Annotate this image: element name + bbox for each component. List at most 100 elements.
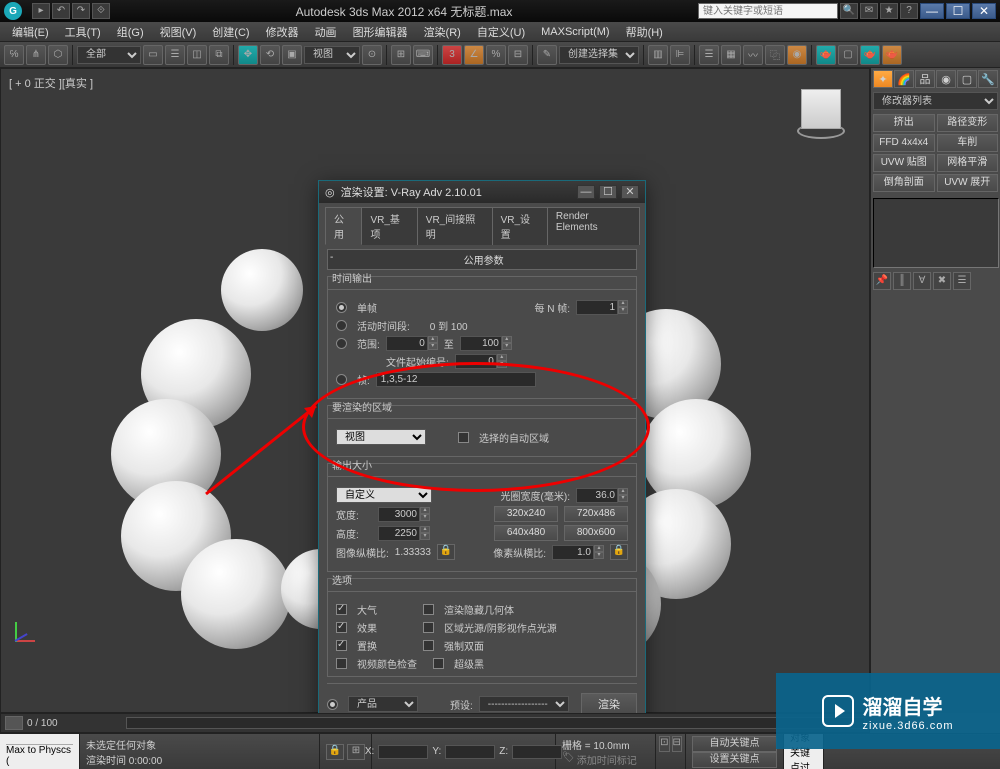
frames-input[interactable] (376, 372, 536, 387)
effects-checkbox[interactable] (336, 622, 347, 633)
viewcube[interactable] (793, 89, 849, 145)
menu-views[interactable]: 视图(V) (152, 24, 205, 40)
size-preset-select[interactable]: 自定义 (336, 487, 432, 503)
select-name-icon[interactable]: ☰ (165, 45, 185, 65)
bind-tool-icon[interactable]: ⬡ (48, 45, 68, 65)
timeline[interactable]: 0 / 100 (0, 713, 870, 733)
menu-modifiers[interactable]: 修改器 (258, 24, 307, 40)
tab-common[interactable]: 公用 (325, 207, 362, 245)
selection-lock-icon[interactable]: ⊟ (672, 736, 682, 752)
production-radio[interactable] (327, 699, 338, 710)
render-setup-icon[interactable]: 🫖 (816, 45, 836, 65)
menu-create[interactable]: 创建(C) (204, 24, 257, 40)
menu-animation[interactable]: 动画 (307, 24, 345, 40)
menu-edit[interactable]: 编辑(E) (4, 24, 57, 40)
undo-icon[interactable]: ↶ (52, 3, 70, 19)
render-button[interactable]: 渲染 (581, 693, 637, 715)
motion-tab-icon[interactable]: ◉ (936, 70, 956, 88)
menu-tools[interactable]: 工具(T) (57, 24, 109, 40)
active-segment-radio[interactable] (336, 320, 347, 331)
create-tab-icon[interactable]: ✦ (873, 70, 893, 88)
area-type-select[interactable]: 视图 (336, 429, 426, 445)
sphere[interactable] (181, 539, 291, 649)
height-spinner[interactable]: ▴▾ (378, 526, 430, 541)
z-input[interactable] (512, 745, 562, 759)
maximize-button[interactable]: ☐ (946, 3, 970, 19)
move-tool-icon[interactable]: ✥ (238, 45, 258, 65)
displacement-checkbox[interactable] (336, 640, 347, 651)
open-icon[interactable]: ▸ (32, 3, 50, 19)
timeline-track[interactable] (126, 717, 865, 729)
tab-render-elements[interactable]: Render Elements (547, 207, 640, 245)
preset-800x600-button[interactable]: 800x600 (564, 525, 628, 541)
window-crossing-icon[interactable]: ⧉ (209, 45, 229, 65)
unlink-tool-icon[interactable]: ⋔ (26, 45, 46, 65)
every-n-spinner[interactable]: ▴▾ (576, 300, 628, 315)
preset-select[interactable]: ------------------- (479, 696, 569, 712)
menu-rendering[interactable]: 渲染(R) (416, 24, 469, 40)
menu-maxscript[interactable]: MAXScript(M) (533, 26, 617, 38)
menu-graph-editors[interactable]: 图形编辑器 (345, 24, 416, 40)
sphere[interactable] (221, 249, 303, 331)
video-check-checkbox[interactable] (336, 658, 347, 669)
area-lights-checkbox[interactable] (423, 622, 434, 633)
render-production-icon[interactable]: 🫖 (860, 45, 880, 65)
layer-manager-icon[interactable]: ☰ (699, 45, 719, 65)
tab-vr-base[interactable]: VR_基项 (361, 207, 417, 245)
help-icon[interactable]: ? (900, 3, 918, 19)
single-frame-radio[interactable] (336, 302, 347, 313)
select-region-icon[interactable]: ◫ (187, 45, 207, 65)
preset-320x240-button[interactable]: 320x240 (494, 506, 558, 522)
modifier-list[interactable]: 修改器列表 (873, 92, 998, 110)
search-icon[interactable]: 🔍 (840, 3, 858, 19)
modifier-button[interactable]: FFD 4x4x4 (873, 134, 935, 152)
dialog-close-button[interactable]: ✕ (621, 185, 639, 199)
width-spinner[interactable]: ▴▾ (378, 507, 430, 522)
utilities-tab-icon[interactable]: 🔧 (978, 70, 998, 88)
select-icon[interactable]: ▭ (143, 45, 163, 65)
auto-key-button[interactable]: 自动关键点 (692, 736, 777, 752)
lock-aspect-icon[interactable]: 🔒 (437, 544, 455, 560)
pin-stack-icon[interactable]: 📌 (873, 272, 891, 290)
two-sided-checkbox[interactable] (423, 640, 434, 651)
modifier-button[interactable]: UVW 贴图 (873, 154, 935, 172)
super-black-checkbox[interactable] (433, 658, 444, 669)
atmosphere-checkbox[interactable] (336, 604, 347, 615)
isolate-icon[interactable]: ⊡ (659, 736, 669, 752)
menu-customize[interactable]: 自定义(U) (469, 24, 533, 40)
configure-icon[interactable]: ☰ (953, 272, 971, 290)
timeline-config-icon[interactable] (5, 716, 23, 730)
select-manipulate-icon[interactable]: ⊞ (391, 45, 411, 65)
rendered-frame-icon[interactable]: ▢ (838, 45, 858, 65)
spinner-snap-icon[interactable]: ⊟ (508, 45, 528, 65)
modifier-button[interactable]: 车削 (937, 134, 999, 152)
hidden-geom-checkbox[interactable] (423, 604, 434, 615)
pixel-aspect-spinner[interactable]: ▴▾ (552, 545, 604, 560)
viewcube-ring-icon[interactable] (797, 123, 845, 139)
dialog-titlebar[interactable]: ◎ 渲染设置: V-Ray Adv 2.10.01 — ☐ ✕ (319, 181, 645, 203)
lock-pixel-icon[interactable]: 🔒 (610, 544, 628, 560)
rotate-tool-icon[interactable]: ⟲ (260, 45, 280, 65)
tag-icon[interactable]: 🏷 (562, 752, 575, 767)
auto-region-checkbox[interactable] (458, 432, 469, 443)
preset-640x480-button[interactable]: 640x480 (494, 525, 558, 541)
communication-icon[interactable]: ✉ (860, 3, 878, 19)
dialog-minimize-button[interactable]: — (577, 185, 595, 199)
display-tab-icon[interactable]: ▢ (957, 70, 977, 88)
percent-snap-icon[interactable]: % (486, 45, 506, 65)
minimize-button[interactable]: — (920, 3, 944, 19)
aperture-spinner[interactable]: ▴▾ (576, 488, 628, 503)
redo-icon[interactable]: ↷ (72, 3, 90, 19)
preset-720x486-button[interactable]: 720x486 (564, 506, 628, 522)
modifier-button[interactable]: 挤出 (873, 114, 935, 132)
help-search-input[interactable] (698, 3, 838, 19)
menu-group[interactable]: 组(G) (109, 24, 152, 40)
render-iterative-icon[interactable]: 🫖 (882, 45, 902, 65)
hierarchy-tab-icon[interactable]: 品 (915, 70, 935, 88)
pivot-icon[interactable]: ⊙ (362, 45, 382, 65)
remove-mod-icon[interactable]: ✖ (933, 272, 951, 290)
star-icon[interactable]: ★ (880, 3, 898, 19)
menu-help[interactable]: 帮助(H) (618, 24, 671, 40)
link-tool-icon[interactable]: ℅ (4, 45, 24, 65)
angle-snap-icon[interactable]: ∠ (464, 45, 484, 65)
